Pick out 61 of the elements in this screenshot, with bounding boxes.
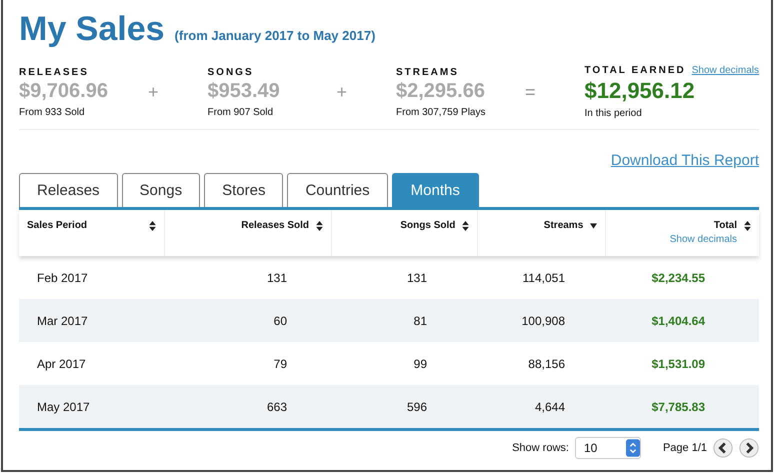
table-cell-text: 663 — [266, 400, 288, 414]
stat-note: From 907 Sold — [208, 106, 274, 118]
table-cell-text: 131 — [406, 270, 428, 284]
operator-sign: + — [148, 82, 160, 102]
stepper-icon — [626, 438, 640, 458]
table-cell-text: 100,908 — [520, 314, 566, 328]
table-cell-text: 79 — [272, 356, 288, 370]
table-cell-text: 81 — [412, 314, 428, 328]
column-label: Streams — [544, 220, 584, 231]
tab[interactable]: Songs — [122, 173, 200, 207]
column-label: Releases Sold — [241, 220, 310, 231]
column-header[interactable]: Streams — [478, 210, 606, 256]
stat-label: STREAMS — [396, 66, 459, 78]
table-cell-text: Apr 2017 — [36, 356, 87, 370]
show-rows-label: Show rows: — [512, 442, 569, 454]
next-page-icon[interactable] — [739, 438, 759, 458]
stat-amount: $12,956.12 — [584, 78, 696, 104]
table-cell-text: 60 — [272, 314, 288, 328]
column-label: Sales Period — [27, 220, 88, 231]
table-cell-text: $7,785.83 — [650, 400, 706, 414]
tab[interactable]: Stores — [204, 173, 284, 207]
tab[interactable]: Countries — [287, 173, 388, 207]
column-label: Total — [714, 220, 738, 231]
table-cell-text: $1,404.64 — [650, 314, 706, 328]
previous-page-icon[interactable] — [713, 438, 733, 458]
table-cell-text: May 2017 — [36, 400, 91, 414]
operator-sign: = — [524, 82, 536, 102]
column-header[interactable]: Sales Period — [19, 210, 166, 256]
operator-sign: + — [336, 82, 348, 102]
stat-note: In this period — [584, 108, 643, 119]
column-header[interactable]: Releases Sold — [165, 210, 332, 256]
table-cell-text: Feb 2017 — [36, 270, 89, 284]
table-cell-text: 131 — [266, 270, 288, 284]
table-cell-text: Mar 2017 — [36, 314, 89, 328]
column-header[interactable]: Songs Sold — [332, 210, 478, 256]
date-range: (from January 2017 to May 2017) — [174, 28, 376, 43]
table-cell-text: 88,156 — [527, 356, 566, 370]
table-cell-text: 99 — [412, 356, 428, 370]
stat-label: TOTAL EARNED — [584, 65, 686, 76]
show-decimals-link[interactable]: Show decimals — [692, 65, 759, 76]
tab[interactable]: Months — [392, 173, 479, 207]
tab[interactable]: Releases — [19, 173, 118, 207]
rows-select[interactable]: 10 — [574, 437, 641, 459]
column-label: Songs Sold — [400, 220, 456, 231]
stat-amount: $9,706.96 — [19, 80, 109, 102]
table-cell-text: 114,051 — [522, 270, 566, 284]
table-cell-text: $1,531.09 — [650, 356, 706, 370]
stat-amount: $953.49 — [208, 80, 281, 102]
column-header[interactable]: Total Show decimals — [606, 210, 760, 256]
stat-label: SONGS — [208, 66, 254, 78]
table-cell-text: 4,644 — [534, 400, 566, 414]
table-cell-text: $2,234.55 — [650, 270, 706, 284]
stat-amount: $2,295.66 — [396, 80, 486, 102]
show-decimals-link[interactable]: Show decimals — [670, 234, 738, 245]
stat-note: From 307,759 Plays — [396, 106, 486, 118]
table-cell-text: 596 — [406, 400, 428, 414]
stat-label: RELEASES — [19, 66, 89, 78]
download-report-link[interactable]: Download This Report — [610, 152, 759, 169]
stat-note: From 933 Sold — [19, 106, 86, 118]
page-title: My Sales — [19, 10, 165, 49]
page-indicator: Page 1/1 — [662, 442, 707, 454]
